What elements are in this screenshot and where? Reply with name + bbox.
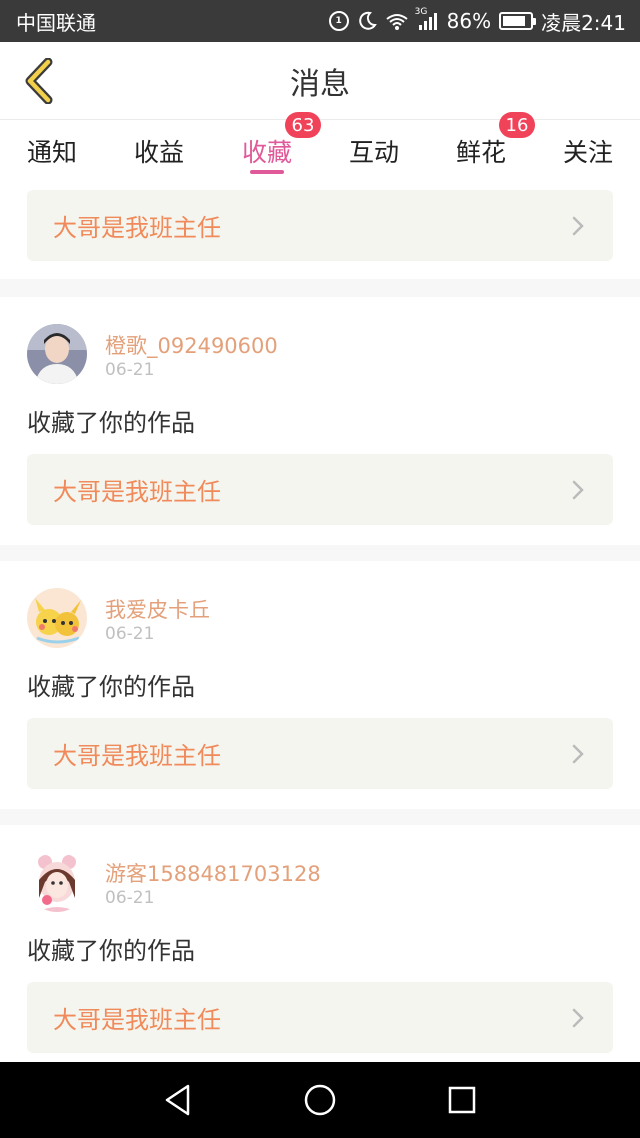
status-icons: 1 3G 86% 凌晨2:41 [328,7,626,36]
tab-interactions[interactable]: 互动 [344,120,404,182]
avatar[interactable] [27,324,87,384]
action-text: 收藏了你的作品 [27,409,195,437]
username[interactable]: 我爱皮卡丘 [105,594,210,624]
chevron-right-icon [571,742,587,766]
username[interactable]: 游客1588481703128 [105,858,321,888]
nav-home-button[interactable] [296,1076,344,1124]
tab-notifications[interactable]: 通知 [22,120,82,182]
tab-badge: 63 [285,112,321,138]
back-arrow-icon [25,58,53,104]
circle-home-icon [304,1084,336,1116]
tab-badge: 16 [499,112,535,138]
tab-label: 收藏 [241,138,292,167]
action-text: 收藏了你的作品 [27,937,195,965]
tab-following[interactable]: 关注 [558,120,618,182]
chevron-right-icon [571,214,587,238]
timestamp: 06-21 [105,360,155,380]
tab-bar: 通知 收益 收藏 63 互动 鲜花 16 关注 [0,112,640,182]
avatar[interactable] [27,588,87,648]
page-title: 消息 [290,66,350,102]
timestamp: 06-21 [105,624,155,644]
work-title: 大哥是我班主任 [53,478,221,506]
chevron-right-icon [571,478,587,502]
work-link[interactable]: 大哥是我班主任 [27,454,613,525]
timestamp: 06-21 [105,888,155,908]
username[interactable]: 橙歌_092490600 [105,330,278,360]
tab-label: 收益 [133,138,184,167]
triangle-back-icon [165,1084,190,1116]
signal-icon: 3G [415,7,439,31]
work-title: 大哥是我班主任 [53,1006,221,1034]
nav-recents-button[interactable] [438,1076,486,1124]
list-item: 大哥是我班主任 [0,182,640,279]
tab-earnings[interactable]: 收益 [129,120,189,182]
list-item: 我爱皮卡丘 06-21 收藏了你的作品 大哥是我班主任 [0,561,640,809]
favorites-feed: 大哥是我班主任 橙歌_092490600 06-21 收藏了你的作品 大哥是我班… [0,182,640,1062]
work-title: 大哥是我班主任 [53,214,221,242]
list-item: 游客1588481703128 06-21 收藏了你的作品 大哥是我班主任 [0,825,640,1062]
work-title: 大哥是我班主任 [53,742,221,770]
battery-percent: 86% [446,9,492,33]
tab-label: 通知 [26,138,77,167]
action-text: 收藏了你的作品 [27,673,195,701]
tab-flowers[interactable]: 鲜花 16 [451,112,535,182]
status-bar: 中国联通 1 3G 86% 凌晨2:41 [0,0,640,42]
avatar[interactable] [27,852,87,912]
list-item: 橙歌_092490600 06-21 收藏了你的作品 大哥是我班主任 [0,297,640,545]
system-nav-bar [0,1062,640,1138]
clock: 凌晨2:41 [541,10,626,35]
moon-icon [357,11,377,31]
battery-level [503,16,526,26]
tab-label: 鲜花 [455,138,506,167]
back-button[interactable] [14,56,64,106]
nav-back-button[interactable] [154,1076,202,1124]
square-recents-icon [448,1086,476,1114]
carrier-name: 中国联通 [16,10,96,35]
header: 消息 [0,42,640,120]
tab-label: 关注 [562,138,613,167]
network-type: 3G [414,7,428,17]
wifi-icon [385,11,409,31]
chevron-right-icon [571,1006,587,1030]
hd-call-icon: 1 [328,11,349,31]
work-link[interactable]: 大哥是我班主任 [27,718,613,789]
tab-label: 互动 [348,138,399,167]
work-link[interactable]: 大哥是我班主任 [27,190,613,261]
battery-icon [499,12,537,30]
work-link[interactable]: 大哥是我班主任 [27,982,613,1053]
tab-favorites[interactable]: 收藏 63 [237,112,321,182]
active-tab-indicator [250,170,284,174]
